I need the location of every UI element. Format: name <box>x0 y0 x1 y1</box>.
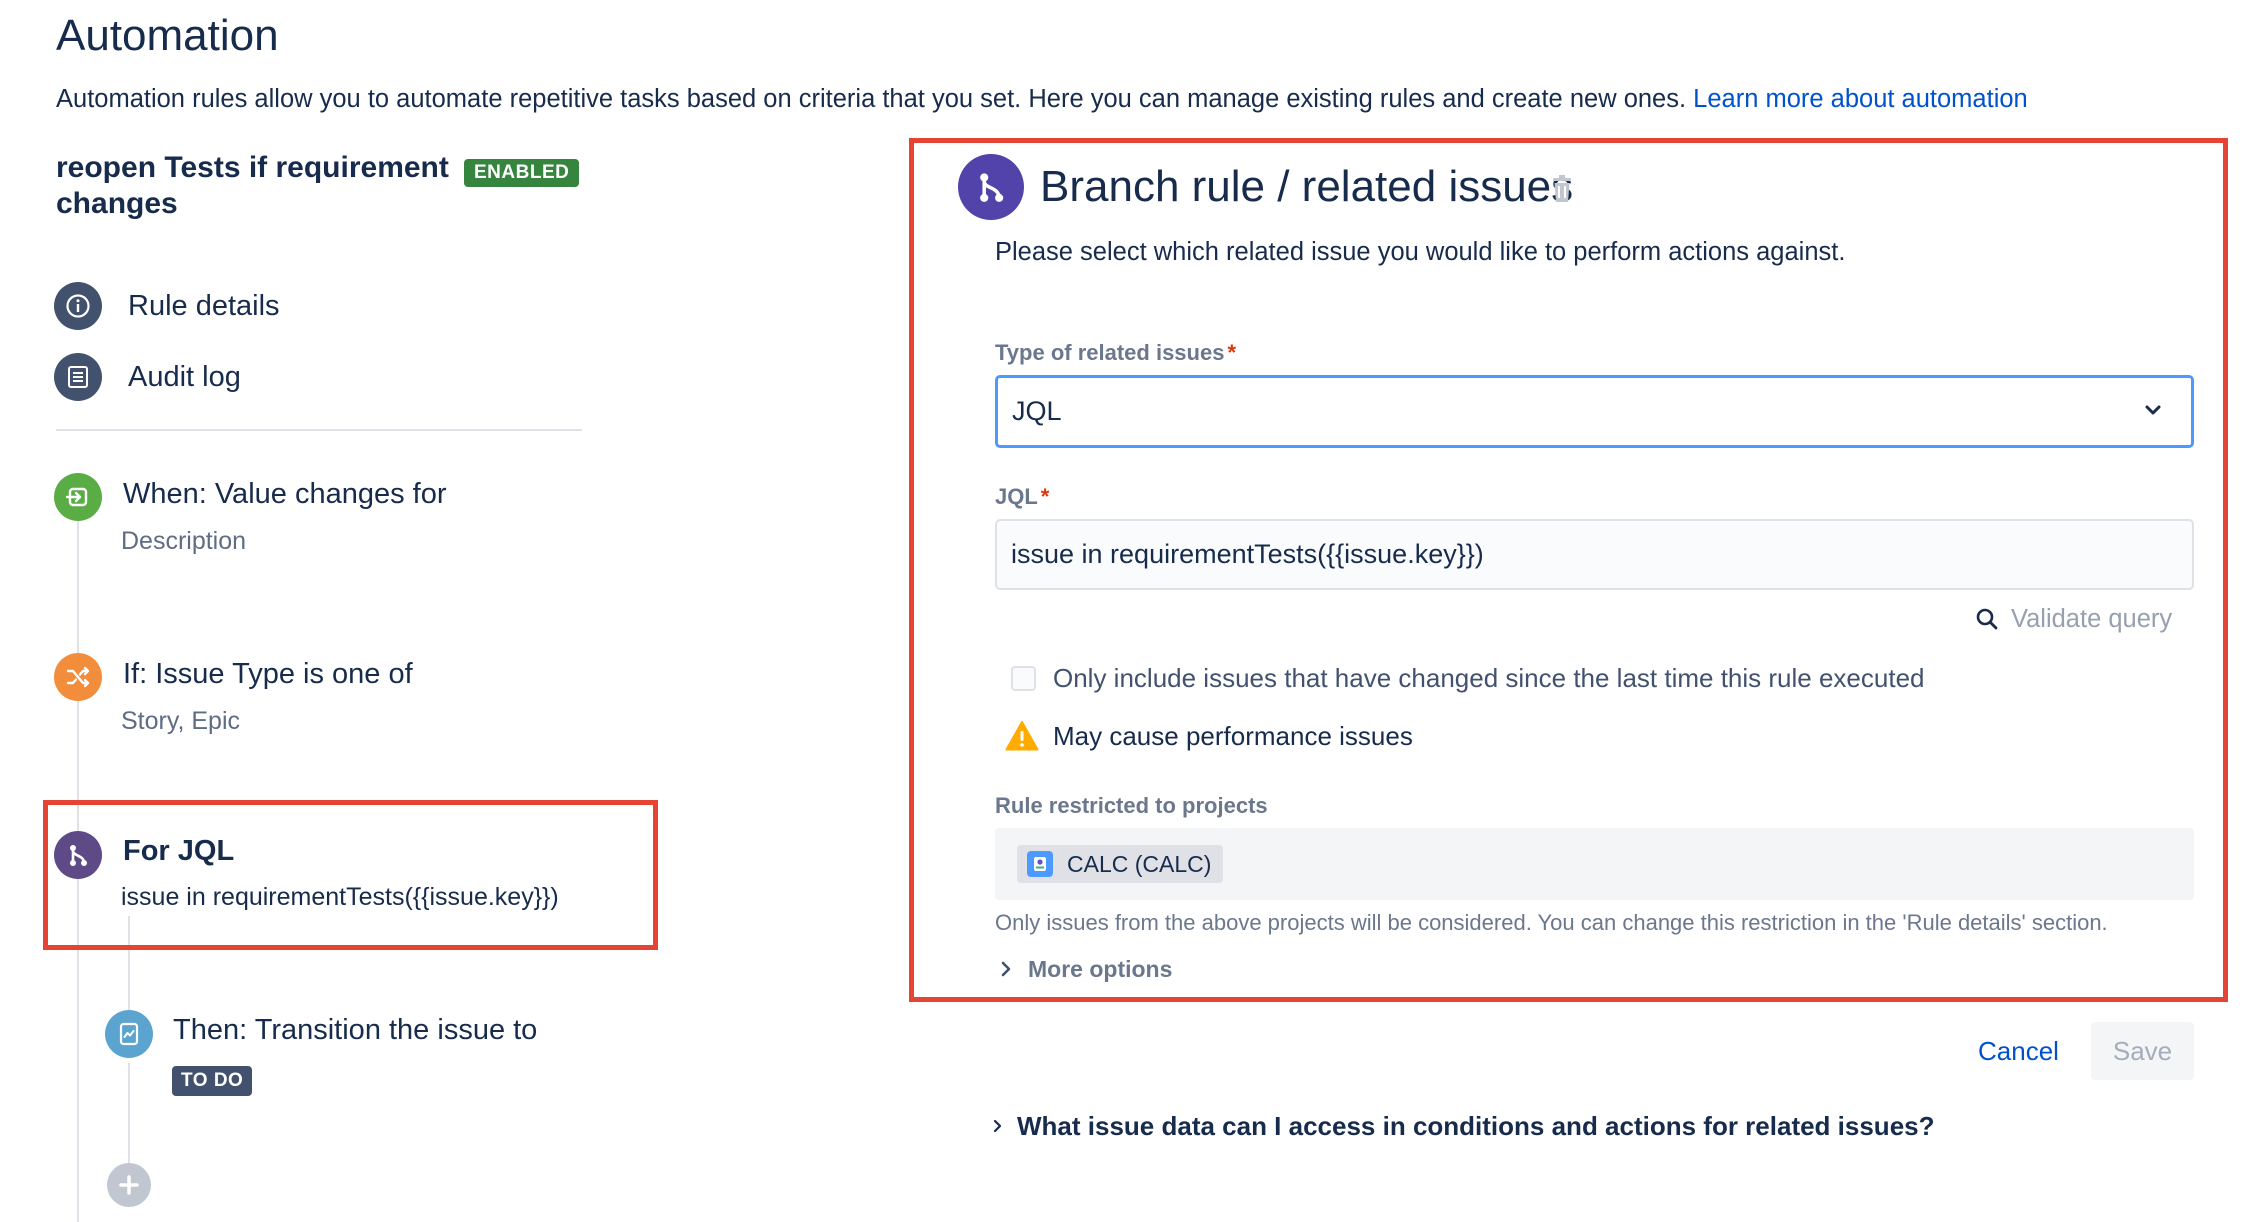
project-avatar-icon <box>1027 851 1053 877</box>
condition-subtitle: Story, Epic <box>121 707 241 735</box>
branch-title[interactable]: For JQL <box>123 835 234 868</box>
status-badge: ENABLED <box>464 159 580 187</box>
page-description-text: Automation rules allow you to automate r… <box>56 85 1687 113</box>
page-description: Automation rules allow you to automate r… <box>56 82 2028 116</box>
info-icon <box>54 282 102 330</box>
status-lozenge: TO DO <box>172 1066 253 1096</box>
branch-subtitle: issue in requirementTests({{issue.key}}) <box>121 883 559 911</box>
branch-icon <box>958 154 1024 220</box>
list-icon <box>54 353 102 401</box>
nav-audit-log-label: Audit log <box>128 360 241 393</box>
chevron-right-icon <box>993 1119 1002 1133</box>
save-button[interactable]: Save <box>2091 1022 2194 1080</box>
jql-input-value: issue in requirementTests({{issue.key}}) <box>1011 539 1484 569</box>
required-marker: * <box>1040 484 1050 509</box>
add-component-button[interactable] <box>107 1163 151 1207</box>
divider <box>56 429 582 431</box>
projects-helper-text: Only issues from the above projects will… <box>995 910 2108 935</box>
nav-audit-log[interactable]: Audit log <box>54 353 241 401</box>
panel-description: Please select which related issue you wo… <box>995 238 1846 266</box>
faq-label: What issue data can I access in conditio… <box>1017 1110 1935 1141</box>
type-select[interactable]: JQL <box>995 375 2194 448</box>
type-select-value: JQL <box>1012 396 1062 426</box>
timeline-connector <box>128 1063 130 1163</box>
more-options-label: More options <box>1028 955 1173 982</box>
project-tag-label: CALC (CALC) <box>1067 850 1212 877</box>
rule-name: reopen Tests if requirement changes <box>56 151 449 220</box>
condition-title[interactable]: If: Issue Type is one of <box>123 658 413 691</box>
search-icon <box>1976 608 1998 630</box>
branch-icon[interactable] <box>54 831 102 879</box>
warning-text: May cause performance issues <box>1053 721 1413 751</box>
nav-rule-details[interactable]: Rule details <box>54 282 280 330</box>
validate-query-label: Validate query <box>2011 604 2173 633</box>
projects-field-label: Rule restricted to projects <box>995 793 1268 818</box>
warning-icon <box>1005 720 1039 752</box>
shuffle-icon[interactable] <box>54 653 102 701</box>
validate-query-button[interactable]: Validate query <box>1975 601 2172 637</box>
required-marker: * <box>1227 340 1237 365</box>
trash-icon[interactable] <box>1551 175 1577 205</box>
nav-rule-details-label: Rule details <box>128 289 280 322</box>
plus-icon <box>119 1175 139 1195</box>
highlight-box <box>43 800 658 950</box>
trigger-subtitle: Description <box>121 527 247 555</box>
jql-field-label-text: JQL <box>995 484 1038 509</box>
page-title: Automation <box>56 11 279 60</box>
type-field-label-text: Type of related issues <box>995 340 1225 365</box>
chevron-down-icon <box>2145 405 2161 415</box>
timeline-connector <box>77 521 79 655</box>
transition-icon[interactable] <box>105 1010 153 1058</box>
more-options-toggle[interactable]: More options <box>1000 953 1172 985</box>
action-title[interactable]: Then: Transition the issue to <box>173 1014 537 1047</box>
trigger-icon[interactable] <box>54 473 102 521</box>
checkbox-label[interactable]: Only include issues that have changed si… <box>1053 663 1925 694</box>
cancel-button[interactable]: Cancel <box>1966 1022 2071 1080</box>
learn-more-link[interactable]: Learn more about automation <box>1693 85 2028 113</box>
project-tag[interactable]: CALC (CALC) <box>1017 845 1224 883</box>
type-field-label: Type of related issues * <box>995 340 1236 366</box>
jql-field-label: JQL * <box>995 484 1049 510</box>
panel-title: Branch rule / related issues <box>1040 162 1574 211</box>
faq-expander[interactable]: What issue data can I access in conditio… <box>993 1108 1935 1144</box>
changed-since-checkbox[interactable] <box>1011 666 1036 691</box>
trigger-title[interactable]: When: Value changes for <box>123 478 447 511</box>
jql-input[interactable]: issue in requirementTests({{issue.key}}) <box>995 519 2194 590</box>
chevron-right-icon <box>1001 961 1011 977</box>
